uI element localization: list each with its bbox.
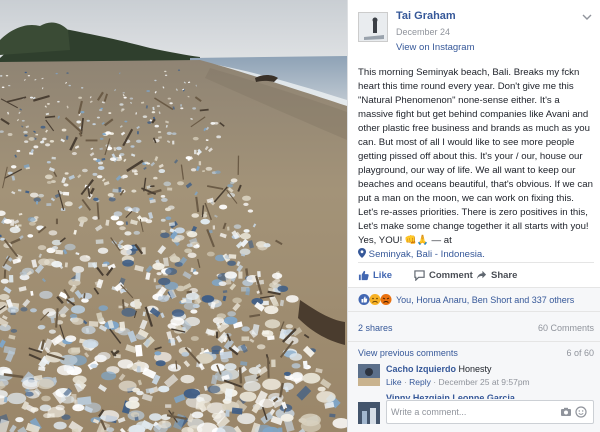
thumbs-up-icon: [358, 270, 369, 281]
location-tag[interactable]: Seminyak, Bali - Indonesia.: [358, 248, 485, 260]
commenter-name[interactable]: Cacho Izquierdo: [386, 364, 456, 374]
share-icon: [476, 270, 487, 280]
emoji-icon[interactable]: [575, 406, 587, 418]
post-author[interactable]: Tai Graham: [396, 10, 456, 22]
previous-comments-bar: View previous comments 6 of 60: [348, 341, 600, 362]
shares-count[interactable]: 2 shares: [358, 323, 393, 333]
camera-icon[interactable]: [560, 406, 572, 418]
my-avatar: [358, 402, 380, 424]
post-header: Tai Graham December 24 View on Instagram: [358, 10, 596, 58]
post-date[interactable]: December 24: [396, 27, 450, 37]
chevron-down-icon[interactable]: [582, 12, 592, 22]
post-actions: Like Comment Share: [358, 262, 594, 287]
comments-section: Cacho Izquierdo Honesty Like · Reply · D…: [348, 361, 600, 432]
comments-count[interactable]: 60 Comments: [538, 323, 594, 333]
comment-time[interactable]: December 25 at 9:57pm: [438, 377, 529, 387]
comment-button[interactable]: Comment: [414, 270, 473, 281]
comments-page-count: 6 of 60: [566, 348, 594, 358]
stats-bar: 2 shares 60 Comments: [348, 311, 600, 342]
comment-meta: Like · Reply · December 25 at 9:57pm: [386, 377, 530, 387]
like-button[interactable]: Like: [358, 270, 392, 281]
location-label: Seminyak, Bali - Indonesia.: [368, 249, 485, 260]
share-button[interactable]: Share: [476, 270, 517, 281]
like-label: Like: [373, 270, 393, 281]
view-on-instagram-link[interactable]: View on Instagram: [396, 42, 475, 53]
post-body: This morning Seminyak beach, Bali. Break…: [358, 66, 594, 262]
comment: Cacho Izquierdo Honesty: [386, 364, 492, 374]
reaction-icons[interactable]: [358, 293, 394, 306]
post-text: This morning Seminyak beach, Bali. Break…: [358, 67, 593, 246]
comment-icon: [414, 270, 425, 281]
reactions-bar: You, Horua Anaru, Ben Short and 337 othe…: [348, 287, 600, 312]
comment-label: Comment: [429, 270, 473, 281]
commenter-avatar[interactable]: [358, 364, 380, 386]
view-previous-comments-link[interactable]: View previous comments: [358, 348, 458, 358]
comment-like-link[interactable]: Like: [386, 377, 402, 387]
beach-plastic-photo: [0, 0, 347, 432]
commenter-name-partial[interactable]: Vinny Hezgiajn Leonne Garcia: [386, 393, 515, 399]
author-avatar[interactable]: [358, 12, 388, 42]
likers-list[interactable]: You, Horua Anaru, Ben Short and 337 othe…: [396, 295, 574, 305]
share-label: Share: [491, 270, 518, 281]
comment-text: Honesty: [458, 364, 492, 374]
write-comment-row: Write a comment...: [358, 400, 594, 426]
post-photo[interactable]: [0, 0, 347, 432]
post-panel: Tai Graham December 24 View on Instagram…: [347, 0, 600, 432]
comment-reply-link[interactable]: Reply: [409, 377, 431, 387]
location-pin-icon: [358, 248, 366, 258]
